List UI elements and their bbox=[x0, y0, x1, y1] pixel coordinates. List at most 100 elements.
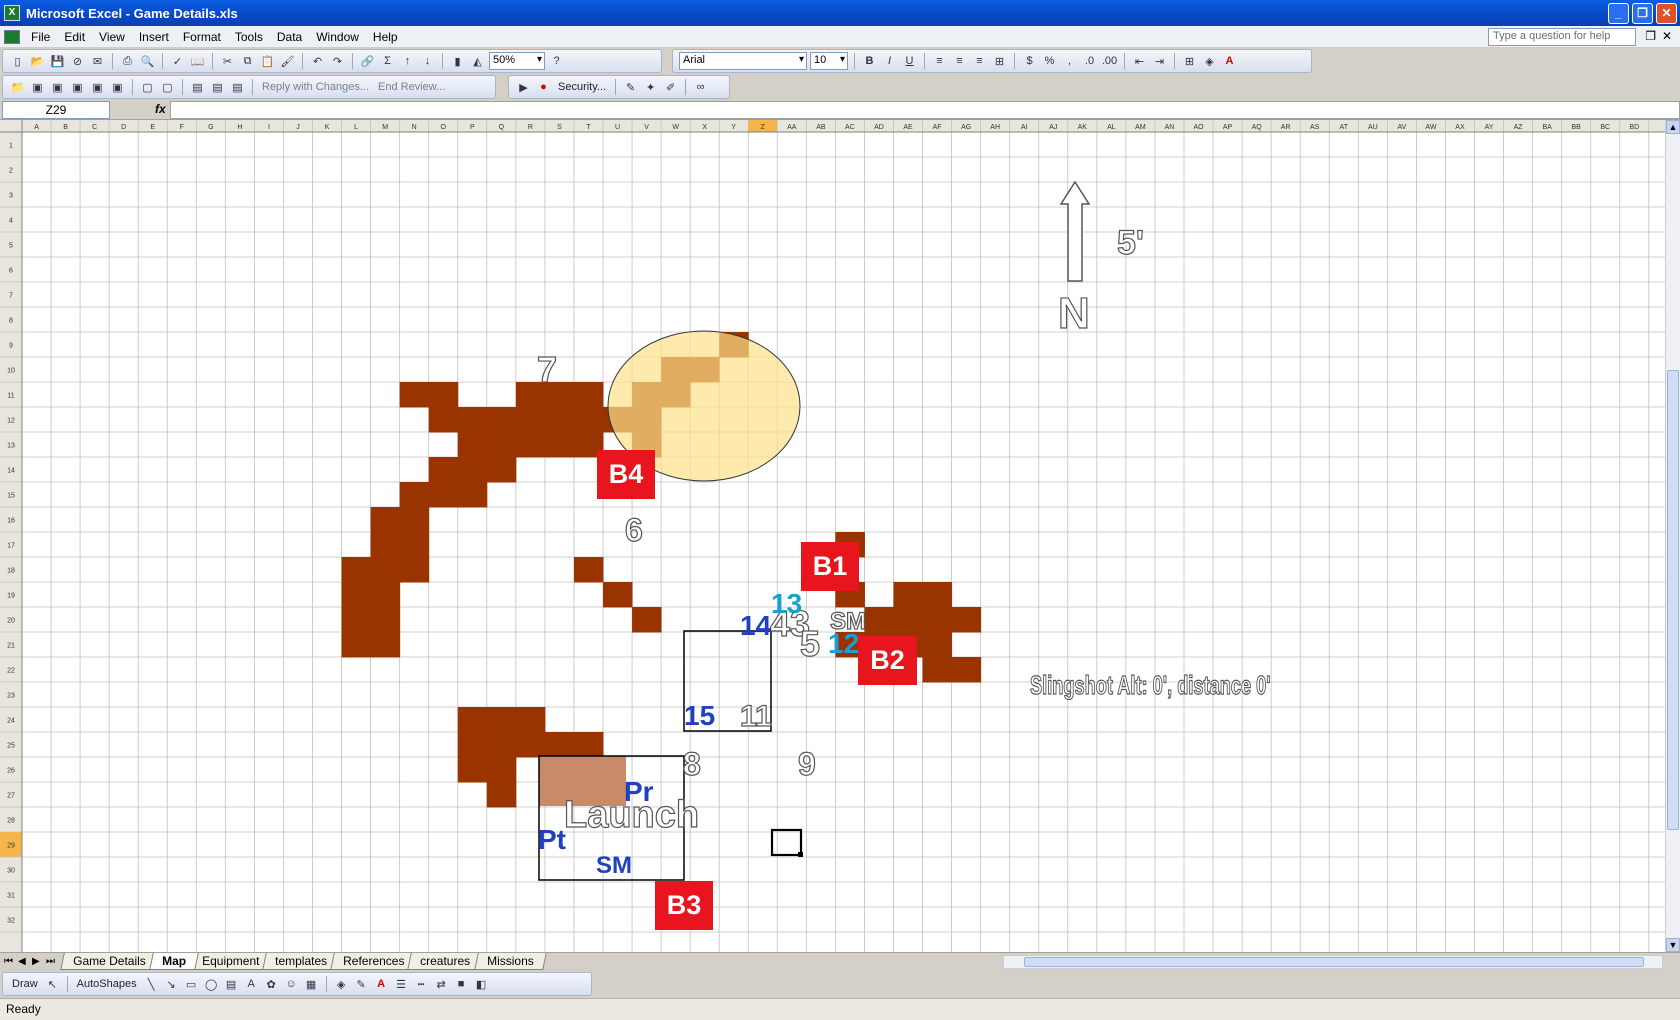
scroll-down-icon[interactable]: ▼ bbox=[1666, 938, 1680, 952]
shadow-style-icon[interactable]: ■ bbox=[453, 976, 470, 993]
rectangle-icon[interactable]: ▭ bbox=[183, 976, 200, 993]
undo-icon[interactable]: ↶ bbox=[309, 53, 326, 70]
align-right-icon[interactable]: ≡ bbox=[971, 53, 988, 70]
line-icon[interactable]: ╲ bbox=[143, 976, 160, 993]
autoshapes-menu-button[interactable]: AutoShapes bbox=[74, 978, 140, 990]
sort-ascending-icon[interactable]: ↑ bbox=[399, 53, 416, 70]
text-box-icon[interactable]: ▤ bbox=[223, 976, 240, 993]
tab-templates[interactable]: templates bbox=[262, 953, 340, 970]
diagram-icon[interactable]: ✿ bbox=[263, 976, 280, 993]
email-icon[interactable]: ✉ bbox=[89, 53, 106, 70]
select-objects-icon[interactable]: ↖ bbox=[44, 976, 61, 993]
run-macro-icon[interactable]: ▶ bbox=[515, 79, 532, 96]
decrease-indent-icon[interactable]: ⇤ bbox=[1131, 53, 1148, 70]
merge-center-icon[interactable]: ⊞ bbox=[991, 53, 1008, 70]
arrow-icon[interactable]: ↘ bbox=[163, 976, 180, 993]
marker-b3[interactable]: B3 bbox=[655, 881, 713, 930]
fill-color-draw-icon[interactable]: ◈ bbox=[333, 976, 350, 993]
end-review-button[interactable]: End Review... bbox=[375, 81, 448, 93]
minimize-button[interactable]: _ bbox=[1608, 2, 1629, 24]
review-icon-5[interactable]: ▣ bbox=[109, 79, 126, 96]
fill-handle[interactable] bbox=[798, 852, 803, 857]
reply-with-changes-button[interactable]: Reply with Changes... bbox=[259, 81, 372, 93]
font-color-draw-icon[interactable]: A bbox=[373, 976, 390, 993]
underline-icon[interactable]: U bbox=[901, 53, 918, 70]
formula-input[interactable] bbox=[170, 101, 1680, 119]
dash-style-icon[interactable]: ┅ bbox=[413, 976, 430, 993]
print-preview-icon[interactable]: 🔍 bbox=[139, 53, 156, 70]
tab-creatures[interactable]: creatures bbox=[407, 953, 484, 970]
review-icon-7[interactable]: ▢ bbox=[159, 79, 176, 96]
autosum-icon[interactable]: Σ bbox=[379, 53, 396, 70]
new-icon[interactable]: ▯ bbox=[9, 53, 26, 70]
clip-art-icon[interactable]: ☺ bbox=[283, 976, 300, 993]
prev-sheet-icon[interactable]: ◀ bbox=[18, 956, 26, 967]
increase-indent-icon[interactable]: ⇥ bbox=[1151, 53, 1168, 70]
north-arrow-icon[interactable] bbox=[1059, 180, 1091, 282]
review-icon-2[interactable]: ▣ bbox=[49, 79, 66, 96]
close-doc-icon[interactable]: ✕ bbox=[1662, 29, 1672, 43]
review-icon-4[interactable]: ▣ bbox=[89, 79, 106, 96]
menu-window[interactable]: Window bbox=[309, 30, 366, 44]
scroll-up-icon[interactable]: ▲ bbox=[1666, 120, 1680, 134]
arrow-style-icon[interactable]: ⇄ bbox=[433, 976, 450, 993]
wordart-icon[interactable]: A bbox=[243, 976, 260, 993]
marker-b2[interactable]: B2 bbox=[858, 636, 917, 685]
oval-icon[interactable]: ◯ bbox=[203, 976, 220, 993]
horizontal-scroll-thumb[interactable] bbox=[1024, 957, 1644, 967]
save-icon[interactable]: 💾 bbox=[49, 53, 66, 70]
last-sheet-icon[interactable]: ⏭ bbox=[46, 956, 55, 967]
zoom-select[interactable]: 50% bbox=[489, 52, 545, 70]
review-icon-1[interactable]: ▣ bbox=[29, 79, 46, 96]
vertical-scroll-thumb[interactable] bbox=[1667, 370, 1679, 830]
font-size-select[interactable]: 10 bbox=[810, 52, 848, 70]
open-icon[interactable]: 📂 bbox=[29, 53, 46, 70]
italic-icon[interactable]: I bbox=[881, 53, 898, 70]
first-sheet-icon[interactable]: ⏮ bbox=[4, 956, 13, 967]
copy-icon[interactable]: ⧉ bbox=[239, 53, 256, 70]
record-macro-icon[interactable]: ● bbox=[535, 79, 552, 96]
security-button[interactable]: Security... bbox=[555, 81, 609, 93]
menu-data[interactable]: Data bbox=[270, 30, 309, 44]
draw-menu-button[interactable]: Draw bbox=[9, 978, 41, 990]
review-icon-3[interactable]: ▣ bbox=[69, 79, 86, 96]
print-icon[interactable]: ⎙ bbox=[119, 53, 136, 70]
chart-wizard-icon[interactable]: ▮ bbox=[449, 53, 466, 70]
maximize-button[interactable]: ❐ bbox=[1632, 2, 1653, 24]
font-color-icon[interactable]: A bbox=[1221, 53, 1238, 70]
redo-icon[interactable]: ↷ bbox=[329, 53, 346, 70]
horizontal-scrollbar[interactable] bbox=[1003, 955, 1663, 969]
help-icon[interactable]: ? bbox=[548, 53, 565, 70]
paste-icon[interactable]: 📋 bbox=[259, 53, 276, 70]
marker-b4[interactable]: B4 bbox=[597, 450, 655, 499]
spelling-icon[interactable]: ✓ bbox=[169, 53, 186, 70]
review-icon-6[interactable]: ▢ bbox=[139, 79, 156, 96]
review-icon-9[interactable]: ▤ bbox=[209, 79, 226, 96]
permission-icon[interactable]: ⊘ bbox=[69, 53, 86, 70]
close-button[interactable]: ✕ bbox=[1656, 2, 1677, 24]
line-color-icon[interactable]: ✎ bbox=[353, 976, 370, 993]
tab-game-details[interactable]: Game Details bbox=[60, 953, 159, 970]
visual-basic-icon[interactable]: ✎ bbox=[622, 79, 639, 96]
menu-help[interactable]: Help bbox=[366, 30, 405, 44]
format-painter-icon[interactable]: 🖌 bbox=[279, 53, 296, 70]
next-sheet-icon[interactable]: ▶ bbox=[32, 956, 40, 967]
borders-icon[interactable]: ⊞ bbox=[1181, 53, 1198, 70]
worksheet[interactable]: A B C D E F G H I J K L M N O P Q R S T U V W X Y Z AA AB AC AD AE AF AG… bbox=[0, 120, 1665, 952]
fill-color-icon[interactable]: ◈ bbox=[1201, 53, 1218, 70]
drawing-icon[interactable]: ◭ bbox=[469, 53, 486, 70]
research-icon[interactable]: 📖 bbox=[189, 53, 206, 70]
folder-icon[interactable]: 📁 bbox=[9, 79, 26, 96]
menu-edit[interactable]: Edit bbox=[57, 30, 92, 44]
tab-map[interactable]: Map bbox=[148, 953, 199, 970]
review-icon-8[interactable]: ▤ bbox=[189, 79, 206, 96]
tab-references[interactable]: References bbox=[330, 953, 418, 970]
font-select[interactable]: Arial bbox=[679, 52, 807, 70]
menu-format[interactable]: Format bbox=[176, 30, 228, 44]
cut-icon[interactable]: ✂ bbox=[219, 53, 236, 70]
menu-insert[interactable]: Insert bbox=[132, 30, 176, 44]
menu-tools[interactable]: Tools bbox=[228, 30, 270, 44]
hyperlink-icon[interactable]: 🔗 bbox=[359, 53, 376, 70]
restore-doc-icon[interactable]: ❐ bbox=[1645, 29, 1656, 43]
marker-b1[interactable]: B1 bbox=[801, 542, 859, 591]
